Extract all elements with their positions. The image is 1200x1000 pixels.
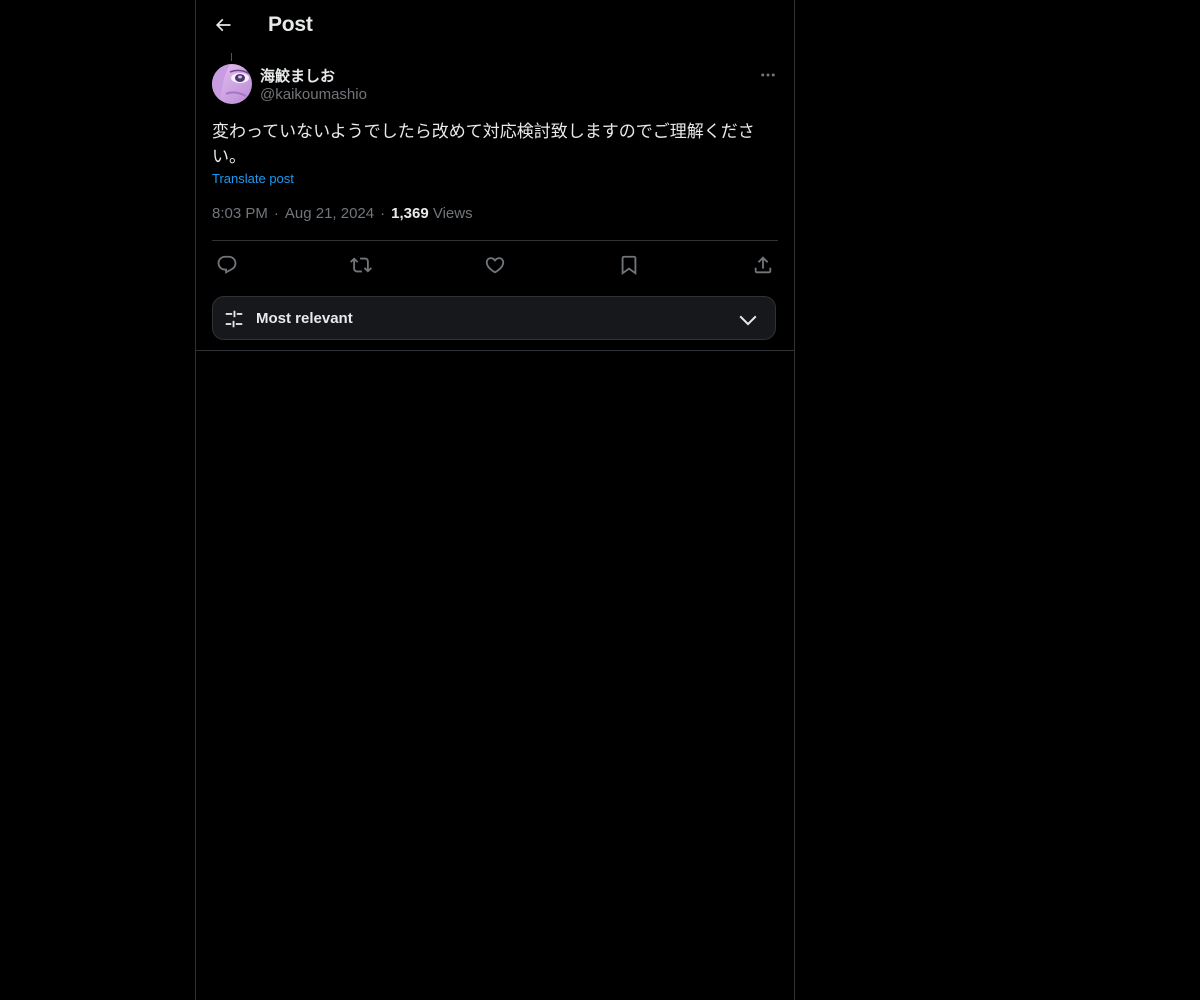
divider [212,240,778,241]
like-button[interactable] [482,252,508,278]
avatar[interactable] [212,64,252,104]
reply-icon [216,254,238,276]
page-title: Post [268,13,313,36]
replies-sort-dropdown[interactable]: Most relevant [212,296,776,340]
meta-separator: · [273,205,279,222]
main-column: Post 海鮫ましお @kaikoumashio 変わっていないようでしたら改め… [195,0,795,1000]
share-button[interactable] [750,252,776,278]
sliders-icon [223,308,245,330]
heart-icon [484,254,506,276]
author-display-name[interactable]: 海鮫ましお [260,65,335,86]
chevron-down-icon [737,309,759,331]
repost-button[interactable] [348,252,374,278]
post-date[interactable]: Aug 21, 2024 [285,205,374,222]
views-label: Views [432,205,473,222]
top-bar: Post [196,0,794,53]
share-icon [752,254,774,276]
bookmark-button[interactable] [616,252,642,278]
author-handle[interactable]: @kaikoumashio [260,86,367,103]
post-meta: 8:03 PM · Aug 21, 2024 · 1,369 Views [212,205,473,222]
arrow-left-icon [213,15,233,35]
post-text: 変わっていないようでしたら改めて対応検討致しますのでご理解ください。 [212,122,755,166]
views-count: 1,369 [391,205,429,222]
translate-post-link[interactable]: Translate post [212,171,294,186]
meta-separator: · [380,205,386,222]
sort-label: Most relevant [256,310,353,327]
more-horizontal-icon [759,66,777,84]
reply-button[interactable] [214,252,240,278]
more-options-button[interactable] [754,63,782,87]
back-button[interactable] [206,8,240,42]
post-time[interactable]: 8:03 PM [212,205,268,222]
repost-icon [350,254,372,276]
section-divider [196,350,794,351]
bookmark-icon [618,254,640,276]
thread-connector-line [231,53,232,61]
